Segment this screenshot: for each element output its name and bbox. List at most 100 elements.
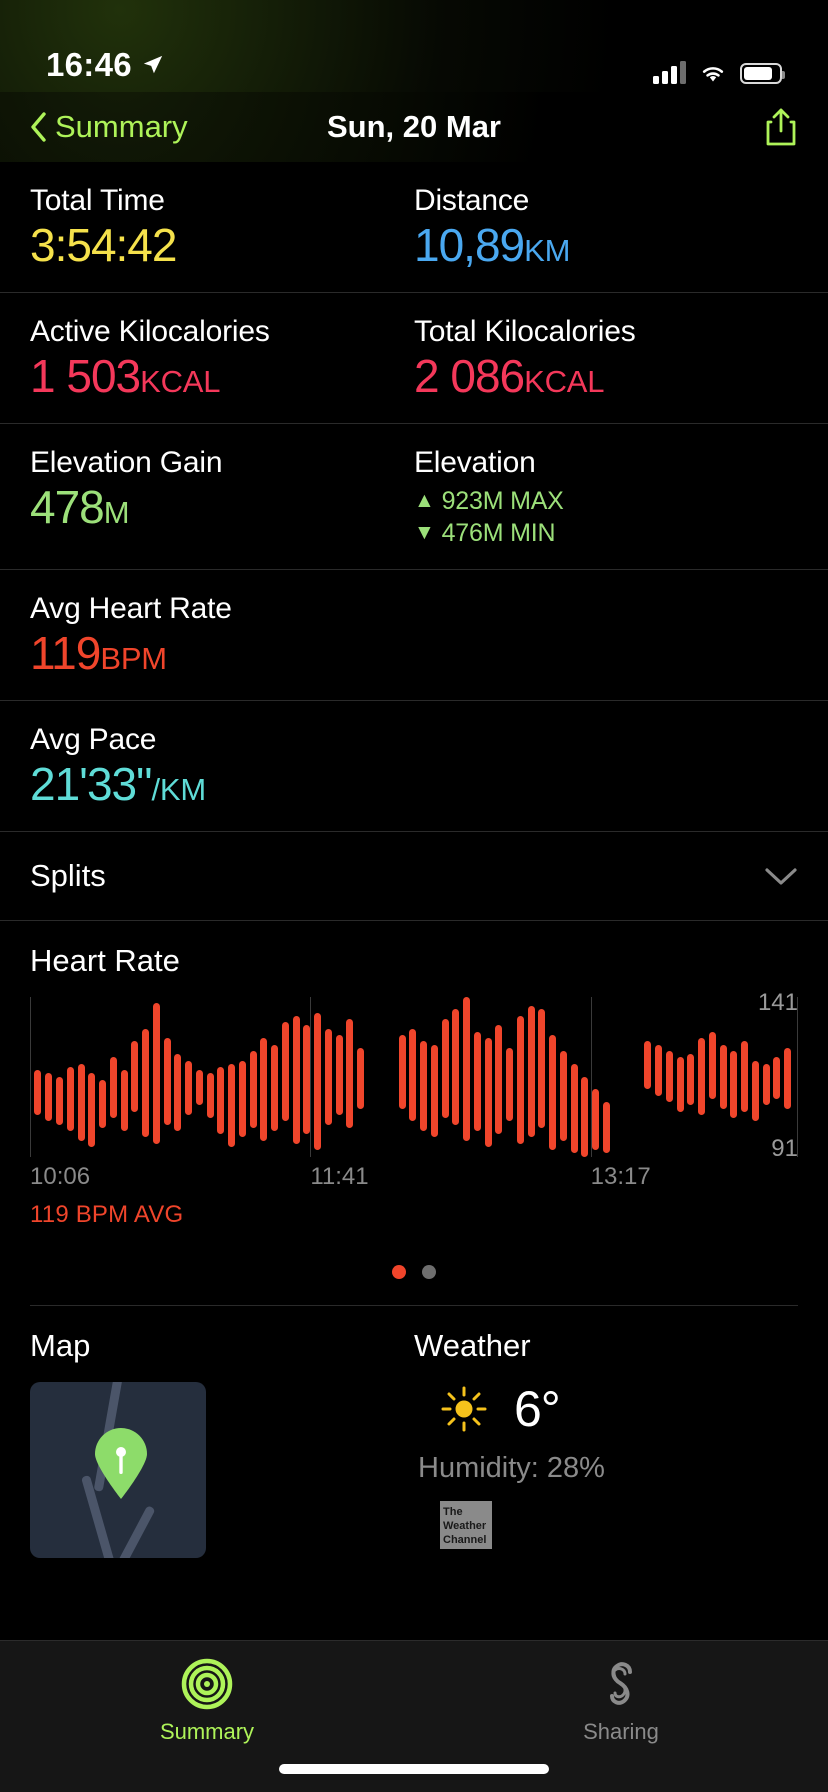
- metrics-empty-cell: [414, 592, 798, 680]
- chevron-down-icon[interactable]: [764, 866, 798, 886]
- heart-rate-bar: [206, 1073, 214, 1119]
- heart-rate-bar: [88, 1073, 96, 1147]
- heart-rate-bar: [281, 1022, 289, 1122]
- page-dot-2[interactable]: [422, 1264, 436, 1279]
- heart-rate-bar: [484, 1038, 492, 1147]
- heart-rate-bar: [506, 1047, 514, 1122]
- heart-rate-bar: [762, 1063, 770, 1106]
- heart-rate-bar: [463, 996, 471, 1141]
- heart-rate-bar: [77, 1063, 85, 1141]
- metric-label: Distance: [414, 184, 530, 217]
- splits-label: Splits: [30, 857, 106, 893]
- map-weather-section: Map Weather 6° Humidity: 28% The Weather…: [0, 1306, 828, 1558]
- metric-unit: KCAL: [524, 363, 605, 399]
- heart-rate-x-tick: 11:41: [310, 1162, 369, 1190]
- splits-row[interactable]: Splits: [0, 832, 828, 921]
- chart-page-dots[interactable]: [0, 1229, 828, 1305]
- metrics-empty-cell: [414, 723, 798, 811]
- status-bar: 16:46: [0, 0, 828, 92]
- metric-unit: KCAL: [140, 363, 221, 399]
- heart-rate-bar: [409, 1028, 417, 1122]
- metric-label: Avg Pace: [30, 722, 157, 756]
- heart-rate-bar: [249, 1050, 257, 1128]
- workout-detail-scroll[interactable]: Total Time 3:54:42 Distance 10,89KM Acti…: [0, 162, 828, 1640]
- heart-rate-bar: [708, 1031, 716, 1099]
- heart-rate-title: Heart Rate: [30, 942, 180, 978]
- heart-rate-bar: [99, 1079, 107, 1128]
- heart-rate-bar: [120, 1070, 128, 1131]
- heart-rate-bar: [195, 1070, 203, 1106]
- map-pin-icon: [95, 1427, 147, 1499]
- metric-value: 119BPM: [30, 626, 167, 679]
- metric-total-time: Total Time 3:54:42: [30, 184, 414, 272]
- heart-rate-bar: [260, 1038, 268, 1141]
- home-indicator[interactable]: [279, 1764, 549, 1774]
- heart-rate-bar: [271, 1044, 279, 1131]
- metrics-row-calories: Active Kilocalories 1 503KCAL Total Kilo…: [0, 293, 828, 424]
- metric-unit: /KM: [151, 771, 206, 807]
- metric-active-kilocalories: Active Kilocalories 1 503KCAL: [30, 315, 414, 403]
- metric-value: 478M: [30, 480, 130, 533]
- back-button-label: Summary: [55, 109, 188, 144]
- heart-rate-bar: [527, 1006, 535, 1138]
- weather-title: Weather: [414, 1327, 531, 1363]
- weather-temperature: 6°: [514, 1380, 561, 1437]
- metric-value: 3:54:42: [30, 219, 177, 271]
- heart-rate-bar: [357, 1047, 365, 1109]
- tab-sharing[interactable]: Sharing: [414, 1657, 828, 1745]
- tab-summary-label: Summary: [159, 1719, 255, 1744]
- heart-rate-bar: [109, 1057, 117, 1119]
- heart-rate-chart[interactable]: 141 91: [0, 989, 828, 1162]
- heart-rate-bar: [33, 1070, 41, 1115]
- cellular-bars-icon: [653, 61, 686, 84]
- heart-rate-bar: [398, 1034, 406, 1109]
- heart-rate-bar: [676, 1057, 684, 1112]
- heart-rate-bar: [324, 1028, 332, 1125]
- heart-rate-bar: [452, 1009, 460, 1125]
- heart-rate-bar: [516, 1015, 524, 1144]
- heart-rate-bar: [56, 1076, 64, 1125]
- heart-rate-bar: [185, 1060, 193, 1115]
- heart-rate-bar: [131, 1041, 139, 1112]
- heart-rate-bar: [420, 1041, 428, 1131]
- heart-rate-x-tick: 10:06: [30, 1162, 91, 1190]
- elevation-min-value: 476M MIN: [441, 518, 556, 547]
- status-bar-clock: 16:46: [46, 46, 132, 83]
- heart-rate-bar: [549, 1034, 557, 1151]
- heart-rate-bar: [644, 1041, 652, 1090]
- tab-bar: Summary Sharing: [0, 1640, 828, 1792]
- metric-label: Avg Heart Rate: [30, 591, 232, 625]
- heart-rate-bar: [495, 1025, 503, 1135]
- weather-block: Weather 6° Humidity: 28% The Weather Cha…: [414, 1328, 798, 1558]
- heart-rate-bar: [581, 1076, 589, 1157]
- tab-summary[interactable]: Summary: [0, 1657, 414, 1745]
- map-thumbnail[interactable]: [30, 1381, 206, 1558]
- heart-rate-bar: [687, 1054, 695, 1106]
- heart-rate-bar: [592, 1089, 600, 1151]
- heart-rate-bar: [602, 1102, 610, 1154]
- heart-rate-bar: [152, 1002, 160, 1144]
- metric-label: Elevation Gain: [30, 445, 223, 479]
- heart-rate-bar: [473, 1031, 481, 1131]
- fitness-workout-detail-screen: 16:46 Summary Sun, 20 Mar Total Time 3:5…: [0, 0, 828, 1792]
- heart-rate-bar: [751, 1060, 759, 1122]
- status-bar-left: 16:46: [46, 46, 164, 84]
- heart-rate-bar: [665, 1050, 673, 1103]
- chevron-left-icon: [31, 112, 46, 142]
- metric-label: Elevation: [414, 445, 536, 479]
- heart-rate-bar: [217, 1066, 225, 1135]
- share-icon[interactable]: [764, 107, 798, 147]
- heart-rate-x-axis: 10:06 11:41 13:17: [0, 1163, 828, 1197]
- metric-elevation-gain: Elevation Gain 478M: [30, 446, 414, 549]
- heart-rate-section: Heart Rate 141 91 10:06 11:41 13:17 119 BP…: [0, 921, 828, 1306]
- back-button[interactable]: Summary: [30, 109, 188, 145]
- heart-rate-bar: [773, 1057, 781, 1099]
- page-dot-1[interactable]: [392, 1264, 406, 1279]
- wifi-icon: [702, 67, 724, 82]
- heart-rate-bar: [741, 1041, 749, 1112]
- location-arrow-icon: [143, 55, 163, 74]
- metric-total-kilocalories: Total Kilocalories 2 086KCAL: [414, 315, 798, 403]
- navigation-bar: Summary Sun, 20 Mar: [0, 92, 828, 162]
- metric-value: 1 503KCAL: [30, 349, 221, 402]
- map-block[interactable]: Map: [30, 1328, 414, 1558]
